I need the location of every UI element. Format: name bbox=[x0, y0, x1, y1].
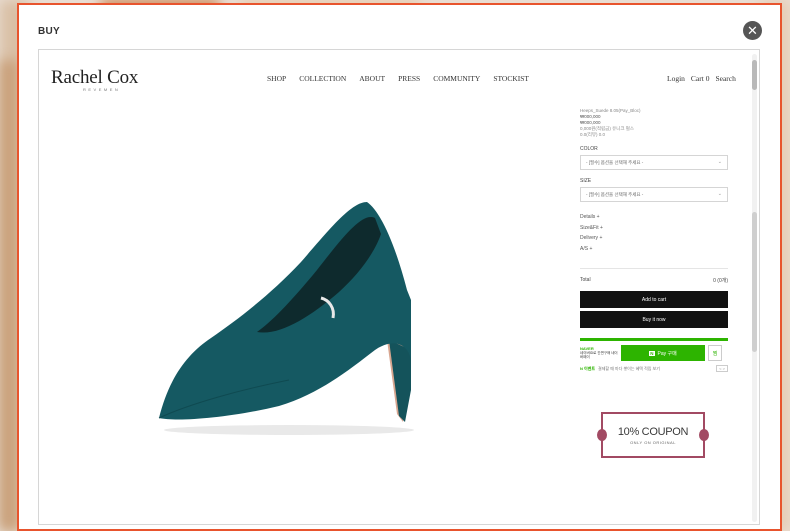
nav-item-collection[interactable]: COLLECTION bbox=[299, 74, 346, 83]
size-fit-link[interactable]: Size&Fit + bbox=[580, 223, 728, 234]
total-value: 0 (0개) bbox=[713, 278, 728, 284]
npay-event-arrows[interactable]: < > bbox=[716, 365, 728, 372]
color-select[interactable]: - [필수] 옵션을 선택해 주세요 - ⌄ bbox=[580, 155, 728, 170]
total-row: Total 0 (0개) bbox=[580, 268, 728, 284]
delivery-link[interactable]: Delivery + bbox=[580, 233, 728, 244]
modal-title: BUY bbox=[38, 26, 61, 37]
as-link[interactable]: A/S + bbox=[580, 244, 728, 255]
size-select-value: - [필수] 옵션을 선택해 주세요 - bbox=[586, 192, 644, 197]
product-frame: Rachel Cox REVEMEN SHOP COLLECTION ABOUT… bbox=[38, 49, 760, 525]
npay-buy-button[interactable]: N Pay 구매 bbox=[621, 345, 705, 361]
cart-link[interactable]: Cart 0 bbox=[691, 74, 710, 83]
color-select-value: - [필수] 옵션을 선택해 주세요 - bbox=[586, 160, 644, 165]
scrollbar-thumb-secondary[interactable] bbox=[752, 212, 757, 352]
site-logo[interactable]: Rachel Cox bbox=[51, 67, 138, 89]
chevron-down-icon: ⌄ bbox=[717, 191, 722, 197]
search-link[interactable]: Search bbox=[715, 74, 735, 83]
size-label: SIZE bbox=[580, 178, 592, 184]
close-icon: ✕ bbox=[747, 23, 758, 38]
nav-item-shop[interactable]: SHOP bbox=[267, 74, 286, 83]
total-label: Total bbox=[580, 277, 591, 283]
product-image-shoe bbox=[158, 202, 414, 435]
npay-wishlist-button[interactable]: 찜 bbox=[708, 345, 722, 361]
close-button[interactable]: ✕ bbox=[743, 21, 762, 40]
naver-pay-icon: N bbox=[649, 350, 655, 356]
coupon-title: 10% COUPON bbox=[617, 426, 689, 438]
background-blur bbox=[0, 60, 18, 530]
nav-item-press[interactable]: PRESS bbox=[398, 74, 420, 83]
npay-buy-label: Pay 구매 bbox=[657, 350, 677, 357]
npay-event-note: N 이벤트 결제할 때 마다 쌓이는 혜택 적립 보기 < > bbox=[580, 365, 728, 372]
nav-item-community[interactable]: COMMUNITY bbox=[433, 74, 480, 83]
npay-info-text: 네이버ID로 간편구매 네이버페이 bbox=[580, 351, 618, 359]
utility-nav: Login Cart 0 Search bbox=[667, 74, 736, 83]
nav-item-about[interactable]: ABOUT bbox=[359, 74, 385, 83]
info-links: Details + Size&Fit + Delivery + A/S + bbox=[580, 212, 728, 254]
site-logo-subtitle: REVEMEN bbox=[83, 87, 121, 92]
npay-section: NAVER 네이버ID로 간편구매 네이버페이 N Pay 구매 찜 bbox=[580, 338, 728, 362]
heart-icon: 찜 bbox=[712, 350, 718, 357]
npay-event-text[interactable]: 결제할 때 마다 쌓이는 혜택 적립 보기 bbox=[598, 366, 660, 372]
npay-event-brand: N 이벤트 bbox=[580, 365, 596, 371]
scrollbar-thumb[interactable] bbox=[752, 60, 757, 90]
coupon-subtitle: ONLY ON ORIGINAL bbox=[630, 440, 676, 445]
size-select[interactable]: - [필수] 옵션을 선택해 주세요 - ⌄ bbox=[580, 187, 728, 202]
details-link[interactable]: Details + bbox=[580, 212, 728, 223]
color-label: COLOR bbox=[580, 146, 598, 152]
scrollbar[interactable] bbox=[752, 54, 757, 522]
chevron-down-icon: ⌄ bbox=[717, 159, 722, 165]
coupon-banner[interactable]: 10% COUPON ONLY ON ORIGINAL bbox=[597, 412, 709, 458]
npay-info: NAVER 네이버ID로 간편구매 네이버페이 bbox=[580, 347, 618, 360]
nav-item-stockist[interactable]: STOCKIST bbox=[493, 74, 529, 83]
buy-modal: BUY ✕ Rachel Cox REVEMEN SHOP COLLECTION… bbox=[17, 3, 782, 531]
buy-now-button[interactable]: Buy it now bbox=[580, 311, 728, 328]
add-to-cart-button[interactable]: Add to cart bbox=[580, 291, 728, 308]
main-nav: SHOP COLLECTION ABOUT PRESS COMMUNITY ST… bbox=[267, 74, 529, 83]
product-info-panel: Heeps_Suede 8.05(Pay_Bloc) ₩000,000 ₩000… bbox=[580, 108, 728, 372]
product-rating: 0.0(리뷰) 0.0 bbox=[580, 132, 606, 137]
login-link[interactable]: Login bbox=[667, 74, 685, 83]
